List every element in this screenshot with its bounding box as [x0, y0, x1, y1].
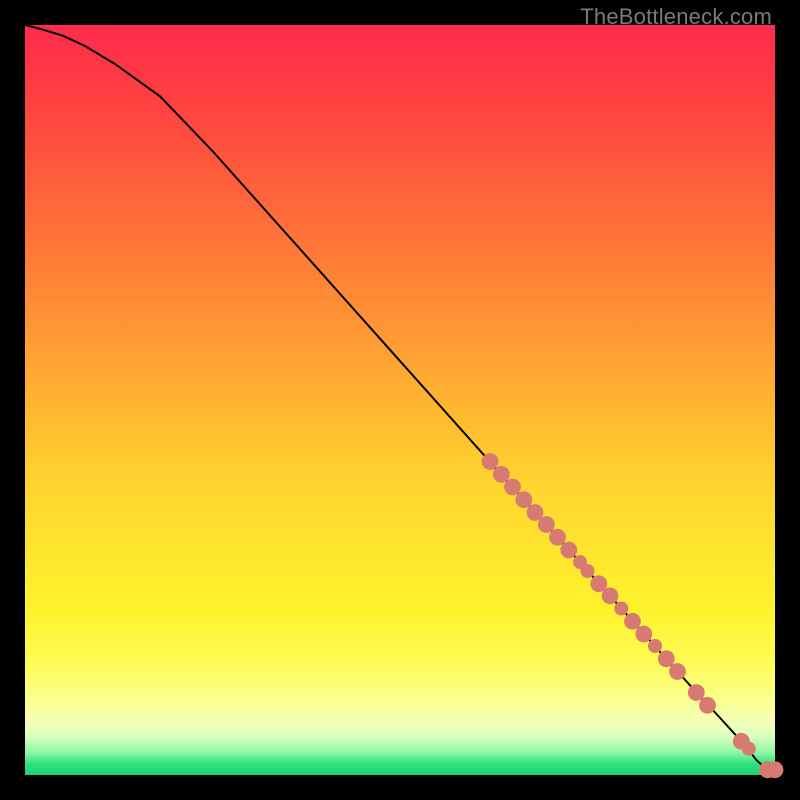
data-marker	[767, 761, 784, 778]
data-marker	[648, 639, 662, 653]
data-marker	[699, 697, 716, 714]
data-marker	[493, 466, 510, 483]
data-marker	[742, 742, 756, 756]
data-marker	[688, 684, 705, 701]
data-marker	[560, 542, 577, 559]
data-marker	[549, 529, 566, 546]
data-marker	[635, 626, 652, 643]
data-marker	[538, 516, 555, 533]
data-marker	[515, 491, 532, 508]
data-marker	[581, 564, 595, 578]
data-marker	[602, 587, 619, 604]
data-marker	[614, 602, 628, 616]
marker-layer	[482, 453, 784, 778]
data-marker	[669, 663, 686, 680]
chart-plot-area	[25, 25, 775, 775]
data-marker	[482, 453, 499, 470]
data-marker	[658, 650, 675, 667]
chart-frame: TheBottleneck.com	[0, 0, 800, 800]
data-marker	[504, 479, 521, 496]
watermark-text: TheBottleneck.com	[580, 4, 772, 30]
chart-svg	[25, 25, 775, 775]
data-marker	[624, 613, 641, 630]
